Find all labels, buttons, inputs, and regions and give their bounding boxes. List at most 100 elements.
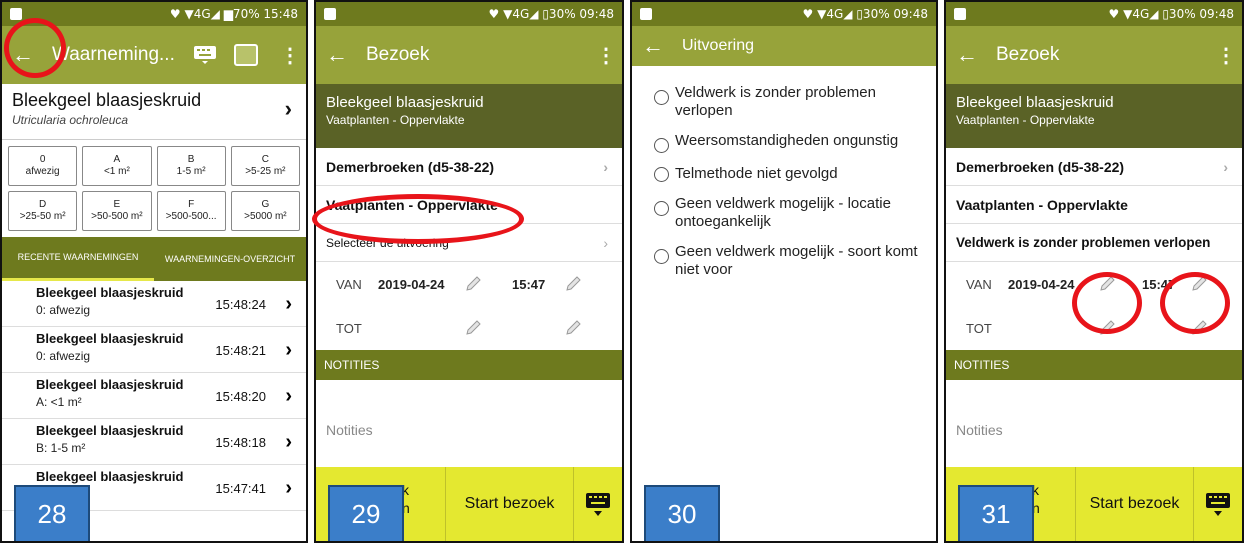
back-arrow-icon[interactable]: ← [956, 42, 996, 68]
header-protocol: Vaatplanten - Oppervlakte [956, 113, 1095, 127]
category-button-f[interactable]: F >500-500... [156, 191, 226, 231]
location-row[interactable]: Demerbroeken (d5-38-22) › [946, 148, 1242, 186]
notes-header: NOTITIES [316, 350, 622, 380]
more-vertical-icon[interactable]: ⋮ [596, 43, 616, 68]
keyboard-icon[interactable] [190, 44, 220, 66]
tab-observations-overview[interactable]: WAARNEMINGEN-OVERZICHT [154, 237, 306, 281]
category-button-g[interactable]: G >5000 m² [230, 191, 300, 231]
from-label: VAN [336, 276, 362, 292]
species-name: Bleekgeel blaasjeskruid [12, 90, 202, 110]
observation-time: 15:48:18 [215, 435, 266, 450]
category-button-d[interactable]: D >25-50 m² [8, 191, 78, 231]
keyboard-icon[interactable] [1194, 467, 1242, 541]
location-row[interactable]: Demerbroeken (d5-38-22) › [316, 148, 622, 186]
header-protocol: Vaatplanten - Oppervlakte [326, 113, 465, 127]
start-visit-button[interactable]: Start bezoek [1076, 467, 1194, 541]
species-selector[interactable]: Bleekgeel blaasjeskruid Utricularia ochr… [2, 84, 306, 140]
category-code: 0 [39, 153, 46, 165]
category-button-c[interactable]: C >5-25 m² [230, 146, 300, 186]
category-button-e[interactable]: E >50-500 m² [82, 191, 152, 231]
observation-time: 15:47:41 [215, 481, 266, 496]
keyboard-icon[interactable] [574, 467, 622, 541]
observation-time: 15:48:20 [215, 389, 266, 404]
status-indicators: ♥ ▼4G◢ ▯30% 09:48 [802, 7, 928, 21]
category-label: afwezig [25, 166, 60, 177]
radio-unchecked-icon [654, 167, 669, 182]
list-item[interactable]: Bleekgeel blaasjeskruid B: 1-5 m² 15:48:… [2, 419, 306, 465]
radio-option[interactable]: Geen veldwerk mogelijk - locatie ontoega… [632, 195, 936, 243]
to-datetime-row: TOT [316, 306, 622, 350]
radio-unchecked-icon [654, 201, 669, 216]
category-code: D [39, 198, 47, 210]
from-date: 2019-04-24 [1008, 276, 1075, 292]
chevron-right-icon: › [603, 234, 608, 251]
category-label: >500-500... [165, 211, 217, 222]
radio-option[interactable]: Weersomstandigheden ongunstig [632, 132, 936, 165]
step-number-label: 30 [644, 485, 720, 541]
map-icon[interactable] [234, 44, 258, 66]
category-button-b[interactable]: B 1-5 m² [156, 146, 226, 186]
chevron-right-icon: › [285, 293, 292, 315]
chevron-right-icon: › [285, 339, 292, 361]
radio-option[interactable]: Geen veldwerk mogelijk - soort komt niet… [632, 243, 936, 291]
protocol-name: Vaatplanten - Oppervlakte [956, 196, 1128, 213]
category-label: >5-25 m² [245, 166, 286, 177]
notification-icon [10, 8, 22, 20]
category-label: >5000 m² [244, 211, 287, 222]
pencil-icon[interactable] [464, 319, 482, 337]
more-vertical-icon[interactable]: ⋮ [1216, 43, 1236, 68]
radio-option-label: Weersomstandigheden ongunstig [675, 132, 899, 149]
screen-visit: ♥ ▼4G◢ ▯30% 09:48 ← Bezoek ⋮ Bleekgeel b… [314, 0, 624, 543]
radio-unchecked-icon [654, 249, 669, 264]
app-bar: ← Uitvoering [632, 26, 936, 66]
page-title: Bezoek [996, 44, 1060, 65]
pencil-icon[interactable] [464, 275, 482, 293]
status-bar: ♥ ▼4G◢ ▯30% 09:48 [632, 2, 936, 26]
radio-option[interactable]: Veldwerk is zonder problemen verlopen [632, 84, 936, 132]
category-code: A [113, 153, 121, 165]
status-bar: ♥ ▼4G◢ ▯30% 09:48 [316, 2, 622, 26]
annotation-circle-to-date [1072, 272, 1142, 334]
category-code: E [113, 198, 121, 210]
tab-bar: RECENTE WAARNEMINGEN WAARNEMINGEN-OVERZI… [2, 237, 306, 281]
back-arrow-icon[interactable]: ← [642, 33, 682, 59]
execution-options: Veldwerk is zonder problemen verlopen We… [632, 66, 936, 291]
pencil-icon[interactable] [564, 275, 582, 293]
page-title: Waarneming... [52, 44, 175, 65]
observation-list: Bleekgeel blaasjeskruid 0: afwezig 15:48… [2, 281, 306, 511]
category-button-a[interactable]: A <1 m² [82, 146, 152, 186]
back-arrow-icon[interactable]: ← [326, 42, 366, 68]
radio-unchecked-icon [654, 90, 669, 105]
execution-row[interactable]: Veldwerk is zonder problemen verlopen [946, 224, 1242, 262]
species-header: Bleekgeel blaasjeskruid Vaatplanten - Op… [316, 84, 622, 148]
annotation-circle-back [4, 18, 66, 78]
chevron-right-icon: › [285, 431, 292, 453]
chevron-right-icon: › [285, 385, 292, 407]
screen-observation: ♥ ▼4G◢ ▆70% 15:48 ← Waarneming... ⋮ Blee… [0, 0, 308, 543]
to-label: TOT [966, 320, 992, 336]
status-indicators: ♥ ▼4G◢ ▯30% 09:48 [488, 7, 614, 21]
to-label: TOT [336, 320, 362, 336]
location-name: Demerbroeken (d5-38-22) [326, 158, 495, 175]
pencil-icon[interactable] [564, 319, 582, 337]
location-name: Demerbroeken (d5-38-22) [956, 158, 1125, 175]
radio-option-label: Veldwerk is zonder problemen verlopen [675, 84, 876, 119]
notification-icon [954, 8, 966, 20]
chevron-right-icon: › [1223, 158, 1228, 175]
header-species-name: Bleekgeel blaasjeskruid [326, 94, 484, 111]
status-indicators: ♥ ▼4G◢ ▆70% 15:48 [169, 7, 298, 21]
category-button-0[interactable]: 0 afwezig [8, 146, 78, 186]
start-visit-button[interactable]: Start bezoek [446, 467, 574, 541]
status-bar: ♥ ▼4G◢ ▯30% 09:48 [946, 2, 1242, 26]
radio-option-label: Geen veldwerk mogelijk - locatie ontoega… [675, 195, 891, 230]
page-title: Uitvoering [682, 37, 755, 54]
category-code: C [261, 153, 269, 165]
list-item[interactable]: Bleekgeel blaasjeskruid 0: afwezig 15:48… [2, 327, 306, 373]
more-vertical-icon[interactable]: ⋮ [280, 43, 300, 68]
list-item[interactable]: Bleekgeel blaasjeskruid 0: afwezig 15:48… [2, 281, 306, 327]
list-item[interactable]: Bleekgeel blaasjeskruid A: <1 m² 15:48:2… [2, 373, 306, 419]
from-label: VAN [966, 276, 992, 292]
tab-recent-observations[interactable]: RECENTE WAARNEMINGEN [2, 237, 154, 281]
radio-option[interactable]: Telmethode niet gevolgd [632, 165, 936, 195]
species-latin-name: Utricularia ochroleuca [12, 113, 129, 127]
